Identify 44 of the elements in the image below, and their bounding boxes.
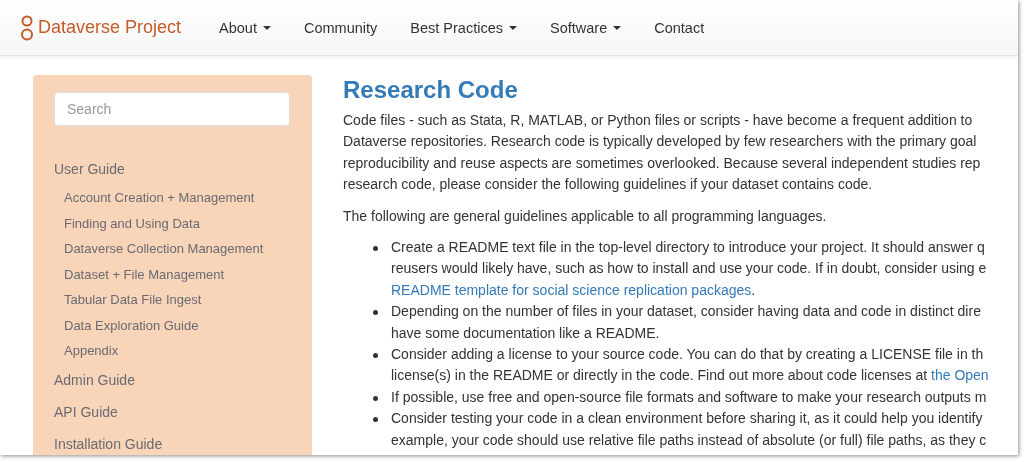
bullet-icon: [373, 310, 378, 316]
sidebar-item[interactable]: Admin Guide: [54, 363, 135, 396]
sidebar-item[interactable]: Tabular Data File Ingest: [54, 287, 202, 313]
caret-icon: [508, 25, 517, 30]
body-text: reproducibility and reuse aspects are sometimes overlooked. Because several independent studies rep: [343, 153, 981, 173]
sidebar-item[interactable]: Finding and Using Data: [54, 210, 200, 236]
sidebar-item[interactable]: Dataset + File Management: [54, 261, 225, 287]
link[interactable]: the Open: [931, 367, 989, 384]
caret-icon: [262, 25, 271, 30]
search-field[interactable]: Search: [54, 92, 290, 126]
logo-icon: [20, 14, 34, 41]
body-text: Create a README text file in the top-level directory to introduce your project. It should answer q: [391, 238, 985, 258]
body-text: reusers would likely have, such as how to install and use your code. If in doubt, consider using e: [391, 259, 987, 279]
bullet-icon: [373, 353, 378, 359]
bullet-icon: [373, 395, 378, 401]
body-text: Dataverse repositories. Research code is typically developed by few researchers with the primary goal: [343, 132, 977, 152]
sidebar-item[interactable]: Account Creation + Management: [54, 185, 255, 211]
body-text: If possible, use free and open-source file formats and software to make your research outputs m: [391, 387, 987, 407]
body-text: Depending on the number of files in your dataset, consider having data and code in distinct dire: [391, 302, 981, 322]
nav-link[interactable]: About: [219, 19, 271, 36]
sidebar-item[interactable]: Data Exploration Guide: [54, 312, 199, 338]
body-text: README template for social science replication packages.: [391, 280, 756, 300]
caret-icon: [613, 25, 622, 30]
bullet-icon: [373, 417, 378, 423]
nav-link[interactable]: Best Practices: [410, 19, 517, 36]
nav-link[interactable]: Community: [303, 19, 378, 36]
body-text: license(s) in the README or directly in the code. Find out more about code licenses at the Open: [391, 366, 989, 386]
page-title: Research Code: [343, 75, 519, 105]
body-text: The following are general guidelines applicable to all programming languages.: [343, 206, 827, 226]
body-text: Consider adding a license to your source code. You can do that by creating a LICENSE file in th: [391, 345, 984, 365]
nav-link[interactable]: Contact: [654, 19, 705, 36]
nav-link[interactable]: Software: [549, 19, 622, 36]
body-text: have some documentation like a README.: [391, 323, 660, 343]
sidebar-item[interactable]: Installation Guide: [54, 427, 163, 455]
sidebar-item[interactable]: API Guide: [54, 395, 118, 428]
brand-link[interactable]: Dataverse Project: [20, 14, 182, 41]
bullet-icon: [373, 246, 378, 252]
sidebar-item[interactable]: User Guide: [54, 153, 125, 185]
body-text: Code files - such as Stata, R, MATLAB, or Python files or scripts - have become a frequent addition to: [343, 111, 973, 130]
body-text: Consider testing your code in a clean environment before sharing it, as it could help you identify: [391, 409, 983, 429]
sidebar-item[interactable]: Appendix: [54, 338, 119, 364]
body-text: example, your code should use relative file paths instead of absolute (or full) file paths, as they c: [391, 430, 987, 450]
sidebar-item[interactable]: Dataverse Collection Management: [54, 236, 264, 262]
body-text: research code, please consider the following guidelines if your dataset contains code.: [343, 175, 873, 195]
